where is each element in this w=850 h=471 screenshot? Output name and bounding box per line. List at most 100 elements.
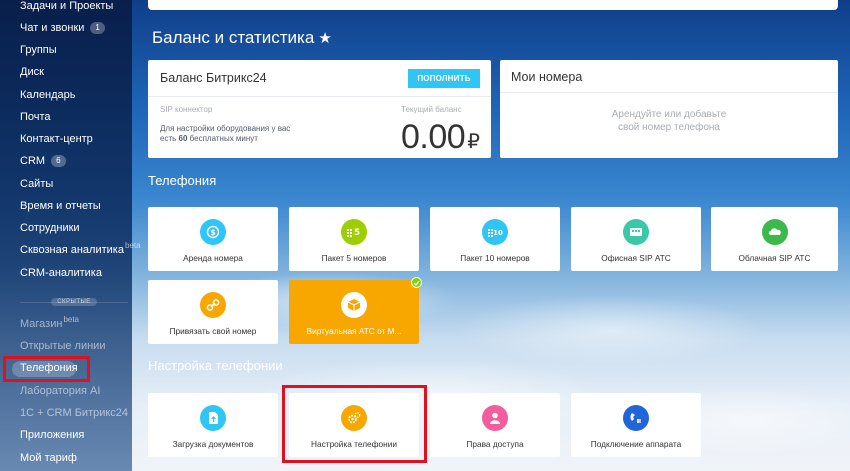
sidebar-item-label: Группы bbox=[20, 44, 57, 56]
left-sidebar: Задачи и Проекты Чат и звонки 1 Группы Ди… bbox=[0, 0, 141, 471]
unread-badge: 1 bbox=[90, 22, 105, 34]
sidebar-item-groups[interactable]: Группы bbox=[20, 44, 57, 56]
hidden-section-label[interactable]: СКРЫТЫЕ bbox=[51, 298, 97, 306]
sidebar-item-label: Сквозная аналитика bbox=[20, 244, 124, 256]
balance-value: 0.00 bbox=[401, 118, 466, 156]
sip-desc-line-2: есть 60 бесплатных минут bbox=[160, 134, 290, 144]
sidebar-item-label: Чат и звонки bbox=[20, 22, 85, 34]
sidebar-item-tasks[interactable]: Задачи и Проекты bbox=[20, 0, 113, 12]
balance-card-title: Баланс Битрикс24 bbox=[160, 71, 267, 85]
empty-line-1: Арендуйте или добавьте bbox=[611, 109, 727, 120]
settings-highlight-frame bbox=[282, 385, 427, 463]
access-rights-icon bbox=[482, 405, 508, 431]
tile-label: Привязать свой номер bbox=[169, 326, 257, 336]
sidebar-item-label: Лаборатория AI bbox=[20, 385, 101, 397]
favorite-star-icon[interactable]: ★ bbox=[318, 30, 331, 47]
tile-access-rights[interactable]: Права доступа bbox=[430, 393, 560, 457]
tile-link-own-number[interactable]: Привязать свой номер bbox=[148, 280, 278, 344]
number-pack-5-icon: 5 bbox=[341, 219, 367, 245]
cloud-pbx-icon bbox=[761, 219, 788, 245]
tile-label: Права доступа bbox=[466, 439, 524, 449]
sidebar-item-label: Сотрудники bbox=[20, 222, 80, 234]
page-title-text: Баланс и статистика bbox=[152, 28, 315, 47]
sidebar-item-label: Время и отчеты bbox=[20, 200, 101, 212]
empty-line-2: свой номер телефона bbox=[618, 122, 720, 133]
beta-tag: beta bbox=[124, 240, 141, 250]
hidden-section-divider: СКРЫТЫЕ bbox=[20, 297, 128, 307]
current-balance-label: Текущий баланс bbox=[401, 105, 462, 114]
tile-pack-10-numbers[interactable]: 10 Пакет 10 номеров bbox=[430, 207, 560, 271]
tile-number-rent[interactable]: $ Аренда номера bbox=[148, 207, 278, 271]
topup-button[interactable]: ПОПОЛНИТЬ bbox=[408, 69, 480, 88]
sidebar-item-ai-lab[interactable]: Лаборатория AI bbox=[20, 385, 100, 397]
tile-document-upload[interactable]: Загрузка документов bbox=[148, 393, 278, 457]
sidebar-item-crm-analytics[interactable]: CRM-аналитика bbox=[20, 267, 102, 279]
sip-desc-line-1: Для настройки оборудования у вас bbox=[160, 124, 291, 133]
sidebar-item-shop[interactable]: Магазин beta bbox=[20, 314, 80, 331]
sidebar-item-label: 1С + CRM Битрикс24 bbox=[20, 407, 129, 419]
sidebar-item-label: Магазин bbox=[20, 318, 63, 330]
my-numbers-title: Мои номера bbox=[511, 70, 583, 84]
sidebar-item-label: Календарь bbox=[20, 89, 76, 101]
sidebar-item-1c-crm[interactable]: 1С + CRM Битрикс24 bbox=[20, 407, 128, 419]
card-divider bbox=[148, 96, 491, 97]
sidebar-item-label: Контакт-центр bbox=[20, 133, 93, 145]
currency-symbol: ₽ bbox=[467, 131, 480, 153]
sidebar-item-my-plan[interactable]: Мой тариф bbox=[20, 452, 77, 464]
tile-label: Виртуальная АТС от М... bbox=[306, 326, 402, 336]
tile-label: Пакет 5 номеров bbox=[321, 253, 387, 263]
sidebar-item-label: CRM bbox=[20, 155, 46, 167]
sidebar-item-time-reports[interactable]: Время и отчеты bbox=[20, 200, 101, 212]
beta-tag: beta bbox=[63, 314, 80, 324]
svg-text:10: 10 bbox=[493, 229, 503, 237]
sidebar-item-label: Задачи и Проекты bbox=[20, 0, 114, 12]
sidebar-item-sites[interactable]: Сайты bbox=[20, 178, 53, 190]
sidebar-item-open-lines[interactable]: Открытые линии bbox=[20, 340, 105, 352]
sidebar-item-crm[interactable]: CRM 6 bbox=[20, 155, 66, 167]
sip-connector-label: SIP коннектор bbox=[160, 105, 213, 114]
page-title: Баланс и статистика ★ bbox=[152, 28, 332, 48]
tile-label: Загрузка документов bbox=[172, 439, 254, 449]
tile-label: Подключение аппарата bbox=[590, 439, 682, 449]
balance-amount: 0.00 ₽ bbox=[401, 118, 480, 157]
tile-device-connect[interactable]: Подключение аппарата bbox=[571, 393, 701, 457]
tile-label: Аренда номера bbox=[183, 253, 243, 263]
tile-pack-5-numbers[interactable]: 5 Пакет 5 номеров bbox=[289, 207, 419, 271]
sip-desc-suffix: бесплатных минут bbox=[187, 134, 258, 143]
sidebar-item-label: Приложения bbox=[20, 429, 85, 441]
sidebar-item-mail[interactable]: Почта bbox=[20, 111, 51, 123]
tile-label: Облачная SIP АТС bbox=[738, 253, 811, 263]
telephony-highlight-frame bbox=[3, 356, 90, 382]
crm-count-badge: 6 bbox=[51, 155, 66, 167]
sidebar-item-applications[interactable]: Приложения bbox=[20, 429, 84, 441]
sidebar-item-label: Диск bbox=[20, 66, 44, 78]
svg-text:5: 5 bbox=[354, 228, 360, 238]
sidebar-item-label: CRM-аналитика bbox=[20, 267, 102, 279]
tile-virtual-pbx[interactable]: Виртуальная АТС от М... bbox=[289, 280, 419, 344]
link-number-icon bbox=[200, 292, 226, 318]
device-connect-icon bbox=[623, 405, 649, 431]
sidebar-item-employees[interactable]: Сотрудники bbox=[20, 222, 80, 234]
tile-label: Офисная SIP АТС bbox=[601, 253, 671, 263]
telephony-section-title: Телефония bbox=[148, 173, 217, 188]
sidebar-item-label: Почта bbox=[20, 111, 51, 123]
top-toolbar bbox=[148, 0, 838, 10]
sidebar-item-label: Открытые линии bbox=[20, 340, 106, 352]
sidebar-item-contact-center[interactable]: Контакт-центр bbox=[20, 133, 93, 145]
tile-cloud-sip-pbx[interactable]: Облачная SIP АТС bbox=[711, 207, 838, 271]
tile-label: Пакет 10 номеров bbox=[460, 253, 530, 263]
sidebar-item-chat[interactable]: Чат и звонки 1 bbox=[20, 22, 105, 34]
office-pbx-icon bbox=[623, 219, 649, 245]
card-divider bbox=[500, 92, 838, 93]
svg-text:$: $ bbox=[210, 228, 216, 237]
sidebar-item-calendar[interactable]: Календарь bbox=[20, 89, 76, 101]
phone-dollar-icon: $ bbox=[200, 219, 226, 245]
sidebar-item-end-to-end-analytics[interactable]: Сквозная аналитика beta bbox=[20, 240, 141, 257]
tile-office-sip-pbx[interactable]: Офисная SIP АТС bbox=[571, 207, 701, 271]
sip-desc-prefix: есть bbox=[160, 134, 179, 143]
sidebar-item-label: Сайты bbox=[20, 178, 54, 190]
document-upload-icon bbox=[200, 405, 226, 431]
telephony-settings-section-title: Настройка телефонии bbox=[148, 358, 283, 373]
my-numbers-empty-text: Арендуйте или добавьте свой номер телефо… bbox=[500, 108, 838, 134]
sidebar-item-disk[interactable]: Диск bbox=[20, 66, 44, 78]
